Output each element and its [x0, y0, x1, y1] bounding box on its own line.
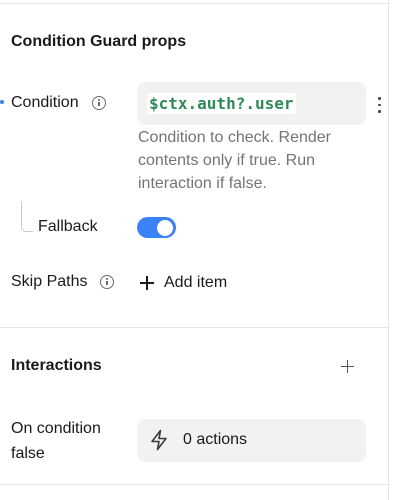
condition-expression-value: $ctx.auth?.user — [147, 93, 296, 114]
on-condition-false-label-line1: On condition — [11, 420, 101, 437]
on-condition-false-label: On condition false — [11, 416, 101, 466]
tree-connector — [21, 201, 33, 232]
condition-info-icon[interactable] — [92, 96, 106, 110]
fallback-label: Fallback — [38, 218, 98, 235]
divider-top — [0, 3, 388, 4]
more-vertical-icon[interactable] — [373, 95, 387, 115]
on-condition-false-label-line2: false — [11, 445, 45, 462]
add-interaction-plus-icon[interactable] — [341, 360, 354, 373]
actions-count-label: 0 actions — [183, 431, 248, 448]
fallback-toggle[interactable] — [137, 217, 176, 238]
toggle-knob — [157, 219, 173, 236]
interactions-section-title: Interactions — [11, 357, 102, 374]
properties-panel: Condition Guard props Condition $ctx.aut… — [0, 0, 388, 500]
scrollbar-track[interactable] — [389, 0, 396, 500]
divider-bottom — [0, 484, 388, 485]
actions-field[interactable]: 0 actions — [137, 419, 366, 462]
condition-expression-field[interactable]: $ctx.auth?.user — [137, 82, 366, 125]
active-indicator-dot — [0, 100, 4, 104]
skip-paths-info-icon[interactable] — [100, 275, 114, 289]
plus-icon — [140, 276, 154, 290]
divider-middle — [0, 327, 388, 328]
condition-help-text: Condition to check. Render contents only… — [138, 129, 331, 192]
lightning-bolt-icon — [151, 429, 167, 451]
add-item-label: Add item — [164, 274, 228, 291]
condition-label: Condition — [11, 94, 79, 111]
add-item-button[interactable]: Add item — [140, 272, 227, 294]
skip-paths-label: Skip Paths — [11, 273, 88, 290]
props-section-title: Condition Guard props — [11, 33, 187, 50]
